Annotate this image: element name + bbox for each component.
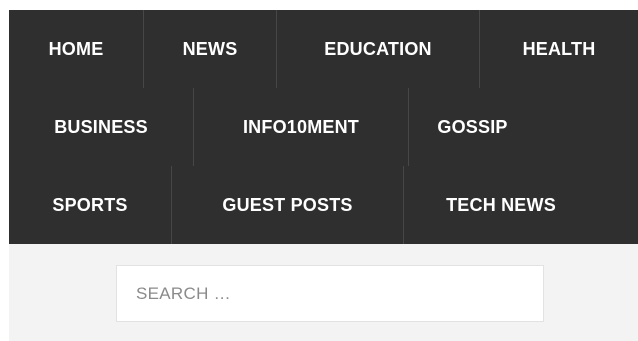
nav-item-info10ment[interactable]: INFO10MENT [194,88,408,166]
main-navigation-menu: HOME NEWS EDUCATION HEALTH BUSINESS INFO… [9,10,638,244]
page: HOME NEWS EDUCATION HEALTH BUSINESS INFO… [0,0,638,341]
search-input[interactable] [116,265,544,322]
nav-row-2: BUSINESS INFO10MENT GOSSIP [9,88,638,166]
search-area [9,244,638,341]
nav-item-guest-posts[interactable]: GUEST POSTS [172,166,403,244]
nav-row-3: SPORTS GUEST POSTS TECH NEWS [9,166,638,244]
nav-item-news[interactable]: NEWS [144,10,276,88]
nav-item-home[interactable]: HOME [9,10,143,88]
nav-item-health[interactable]: HEALTH [480,10,638,88]
nav-item-business[interactable]: BUSINESS [9,88,193,166]
nav-item-sports[interactable]: SPORTS [9,166,171,244]
nav-item-education[interactable]: EDUCATION [277,10,479,88]
nav-item-tech-news[interactable]: TECH NEWS [404,166,598,244]
nav-item-gossip[interactable]: GOSSIP [409,88,536,166]
nav-row-1: HOME NEWS EDUCATION HEALTH [9,10,638,88]
